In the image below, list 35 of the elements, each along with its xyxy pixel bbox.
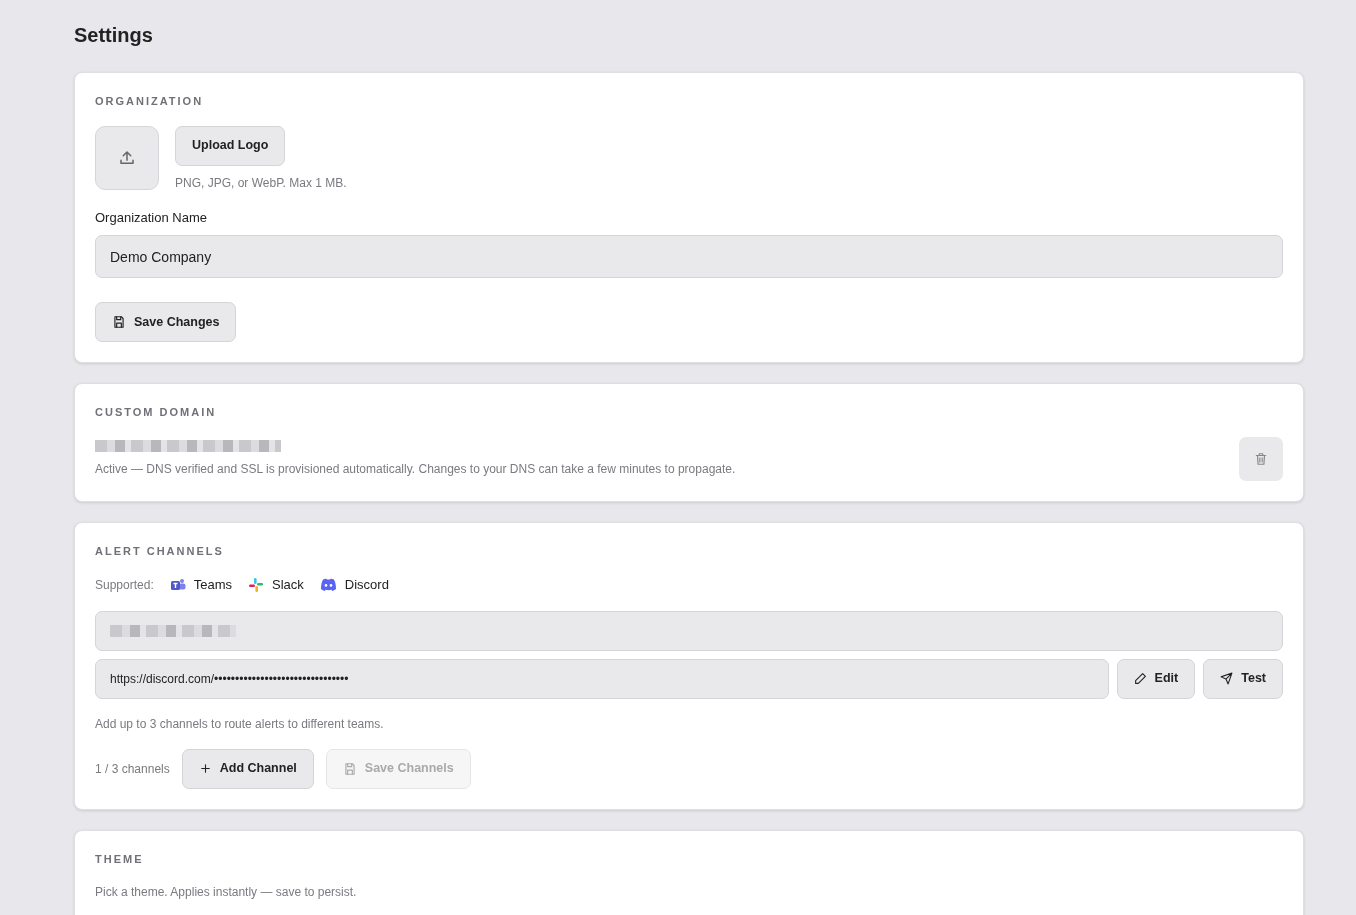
provider-label: Teams	[193, 576, 232, 594]
delete-button[interactable]	[1239, 436, 1283, 481]
send-icon	[1220, 672, 1234, 685]
section-heading: ALERT CHANNELS	[95, 543, 225, 559]
add-channel-button[interactable]: Add Channel	[181, 748, 314, 789]
pencil-icon	[1133, 672, 1147, 685]
slack-icon	[248, 576, 264, 593]
webhook-url-field[interactable]: https://discord.com/••••••••••••••••••••••••••••••••	[95, 658, 1109, 699]
upload-logo-button[interactable]: Upload Logo	[175, 125, 286, 166]
domain-status-text: Active — DNS verified and SSL is provisioned automatically. Changes to your DNS can take a few minutes to propagate.	[95, 460, 736, 478]
teams-icon	[169, 576, 186, 593]
provider-label: Discord	[344, 576, 389, 594]
upload-hint: PNG, JPG, or WebP. Max 1 MB.	[175, 174, 347, 192]
channel-count: 1 / 3 channels	[95, 760, 170, 778]
channel-name-field[interactable]	[95, 610, 1283, 651]
provider-label: Slack	[272, 576, 304, 594]
save-icon	[342, 761, 357, 776]
save-changes-button[interactable]: Save Changes	[95, 302, 237, 342]
save-icon	[112, 315, 126, 329]
supported-label: Supported:	[95, 576, 154, 594]
section-heading: CUSTOM DOMAIN	[95, 405, 218, 420]
page-title: Settings	[74, 23, 154, 48]
section-heading: THEME	[95, 851, 145, 867]
plus-icon	[198, 762, 212, 775]
trash-icon	[1254, 451, 1268, 466]
edit-button[interactable]: Edit	[1116, 658, 1196, 699]
theme-hint: Pick a theme. Applies instantly — save to persist.	[95, 884, 358, 901]
logo-upload-area[interactable]	[95, 125, 159, 190]
organization-name-field[interactable]: Demo Company	[95, 235, 1283, 278]
field-label: Organization Name	[95, 208, 208, 227]
section-heading: ORGANIZATION	[95, 94, 205, 109]
upload-icon	[118, 148, 136, 167]
discord-icon	[319, 577, 337, 592]
test-button[interactable]: Test	[1203, 658, 1283, 699]
alert-channels-hint: Add up to 3 channels to route alerts to different teams.	[95, 715, 385, 733]
